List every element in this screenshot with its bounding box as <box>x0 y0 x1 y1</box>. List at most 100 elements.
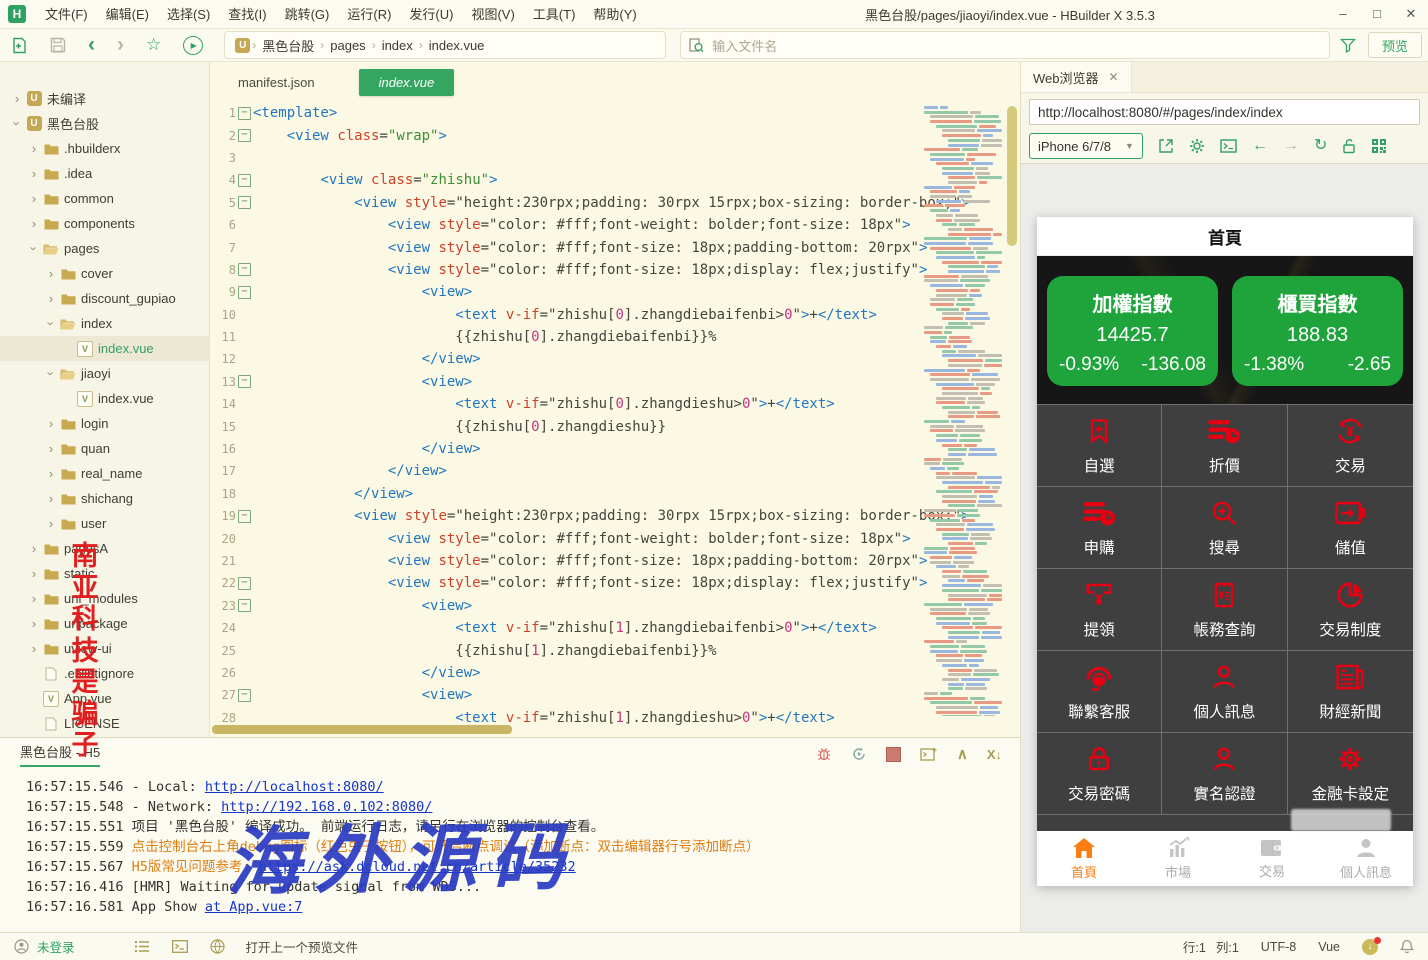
menu-item[interactable]: 视图(V) <box>462 7 523 22</box>
tree-item-real_name[interactable]: ›real_name <box>0 461 209 486</box>
qr-code-icon[interactable] <box>1371 138 1387 154</box>
stop-icon[interactable] <box>886 747 901 762</box>
maximize-button[interactable]: □ <box>1360 0 1394 27</box>
app-tab-首頁[interactable]: 首頁 <box>1037 831 1131 886</box>
app-menu-自選[interactable]: 自選 <box>1037 405 1162 487</box>
breadcrumb-item[interactable]: index <box>378 38 417 53</box>
tree-item-unpackage[interactable]: ›unpackage <box>0 611 209 636</box>
console-link[interactable]: http://localhost:8080/ <box>205 779 384 795</box>
fold-marker[interactable]: − <box>236 107 253 120</box>
app-menu-財經新聞[interactable]: 財經新聞 <box>1288 651 1413 733</box>
unlock-icon[interactable] <box>1342 138 1356 154</box>
outline-list-icon[interactable] <box>135 940 150 953</box>
tree-item-index.vue[interactable]: Vindex.vue <box>0 336 209 361</box>
devtools-console-icon[interactable] <box>1220 139 1237 153</box>
menu-item[interactable]: 发行(U) <box>400 7 462 22</box>
app-tab-市場[interactable]: 市場 <box>1131 831 1225 886</box>
new-console-icon[interactable] <box>920 747 938 762</box>
fold-marker[interactable]: − <box>236 689 253 702</box>
breadcrumb-item[interactable]: index.vue <box>425 38 489 53</box>
refresh-icon[interactable]: ↻ <box>1314 138 1327 154</box>
url-input[interactable]: http://localhost:8080/#/pages/index/inde… <box>1029 99 1420 125</box>
tree-item-index[interactable]: ›index <box>0 311 209 336</box>
fold-marker[interactable]: − <box>236 174 253 187</box>
menu-item[interactable]: 运行(R) <box>338 7 400 22</box>
app-menu-交易制度[interactable]: 交易制度 <box>1288 569 1413 651</box>
terminal-icon[interactable] <box>172 940 188 953</box>
fold-marker[interactable]: − <box>236 577 253 590</box>
tree-item-discount_gupiao[interactable]: ›discount_gupiao <box>0 286 209 311</box>
fold-marker[interactable]: − <box>236 375 253 388</box>
code-editor[interactable]: manifest.json index.vue 1−<template>2− <v… <box>210 62 1020 737</box>
nav-forward-icon[interactable]: → <box>1283 138 1299 154</box>
notification-bell-icon[interactable] <box>1400 939 1414 954</box>
tree-item-未编译[interactable]: ›U未编译 <box>0 86 209 111</box>
settings-gear-icon[interactable] <box>1189 138 1205 154</box>
app-menu-實名認證[interactable]: 實名認證 <box>1162 733 1287 815</box>
app-menu-個人訊息[interactable]: 個人訊息 <box>1162 651 1287 733</box>
back-button[interactable]: ‹ <box>88 36 95 54</box>
breadcrumb-item[interactable]: 黑色台股 <box>258 36 318 55</box>
tree-item-cover[interactable]: ›cover <box>0 261 209 286</box>
menu-item[interactable]: 跳转(G) <box>276 7 339 22</box>
bookmark-star-icon[interactable]: ☆ <box>146 35 161 55</box>
floating-banner[interactable] <box>1291 809 1391 831</box>
index-card-櫃買指數[interactable]: 櫃買指數188.83-1.38%-2.65 <box>1232 276 1403 386</box>
menu-item[interactable]: 工具(T) <box>524 7 585 22</box>
tree-item-.idea[interactable]: ›.idea <box>0 161 209 186</box>
code-lines[interactable]: 1−<template>2− <view class="wrap">34− <v… <box>210 102 1020 729</box>
preview-button[interactable]: 预览 <box>1368 32 1422 58</box>
run-button[interactable]: ▶ <box>183 36 203 55</box>
web-globe-icon[interactable] <box>210 939 225 954</box>
nav-back-icon[interactable]: ← <box>1252 138 1268 154</box>
close-tab-icon[interactable]: ✕ <box>1109 70 1119 84</box>
tree-item-quan[interactable]: ›quan <box>0 436 209 461</box>
app-menu-交易密碼[interactable]: 交易密碼 <box>1037 733 1162 815</box>
minimap[interactable] <box>924 106 1002 716</box>
login-status[interactable]: 未登录 <box>37 937 75 956</box>
console-tab[interactable]: 黑色台股 - H5 <box>20 742 100 767</box>
minimize-button[interactable]: – <box>1326 0 1360 27</box>
tree-item-黑色台股[interactable]: ›U黑色台股 <box>0 111 209 136</box>
file-search-input[interactable]: 输入文件名 <box>680 31 1330 59</box>
tree-item-uview-ui[interactable]: ›uview-ui <box>0 636 209 661</box>
fold-marker[interactable]: − <box>236 196 253 209</box>
vertical-scrollbar[interactable] <box>1007 106 1017 246</box>
tree-item-login[interactable]: ›login <box>0 411 209 436</box>
tree-item-pagesA[interactable]: ›pagesA <box>0 536 209 561</box>
fold-marker[interactable]: − <box>236 599 253 612</box>
encoding[interactable]: UTF-8 <box>1261 940 1296 954</box>
forward-button[interactable]: › <box>117 36 124 54</box>
clear-console-icon[interactable]: X↓ <box>987 747 1002 762</box>
save-icon[interactable] <box>50 37 66 53</box>
collapse-panel-icon[interactable]: ∧ <box>957 745 968 763</box>
new-file-button[interactable] <box>11 37 28 54</box>
tree-item-static[interactable]: ›static <box>0 561 209 586</box>
open-external-icon[interactable] <box>1158 138 1174 154</box>
editor-tab-manifest.json[interactable]: manifest.json <box>238 75 315 90</box>
tree-item-.hbuilderx[interactable]: ›.hbuilderx <box>0 136 209 161</box>
menu-item[interactable]: 选择(S) <box>158 7 219 22</box>
debug-bug-icon[interactable] <box>816 746 832 762</box>
tree-item-.eslintignore[interactable]: .eslintignore <box>0 661 209 686</box>
app-menu-儲值[interactable]: 儲值 <box>1288 487 1413 569</box>
close-button[interactable]: ✕ <box>1394 0 1428 27</box>
app-tab-交易[interactable]: 交易 <box>1225 831 1319 886</box>
tree-item-shichang[interactable]: ›shichang <box>0 486 209 511</box>
app-menu-聯繫客服[interactable]: 聯繫客服 <box>1037 651 1162 733</box>
menu-item[interactable]: 文件(F) <box>36 7 97 22</box>
console-link[interactable]: http://192.168.0.102:8080/ <box>221 799 432 815</box>
device-selector[interactable]: iPhone 6/7/8 ▼ <box>1029 133 1143 159</box>
tree-item-uni_modules[interactable]: ›uni_modules <box>0 586 209 611</box>
menu-item[interactable]: 查找(I) <box>219 7 275 22</box>
editor-tab-index.vue[interactable]: index.vue <box>359 69 455 96</box>
app-menu-折價[interactable]: 折價 <box>1162 405 1287 487</box>
tree-item-components[interactable]: ›components <box>0 211 209 236</box>
open-last-preview[interactable]: 打开上一个预览文件 <box>246 937 359 956</box>
menu-item[interactable]: 编辑(E) <box>97 7 158 22</box>
menu-item[interactable]: 帮助(Y) <box>584 7 645 22</box>
app-menu-搜尋[interactable]: 搜尋 <box>1162 487 1287 569</box>
tree-item-common[interactable]: ›common <box>0 186 209 211</box>
console-link[interactable]: at App.vue:7 <box>205 899 303 915</box>
language-mode[interactable]: Vue <box>1318 940 1340 954</box>
